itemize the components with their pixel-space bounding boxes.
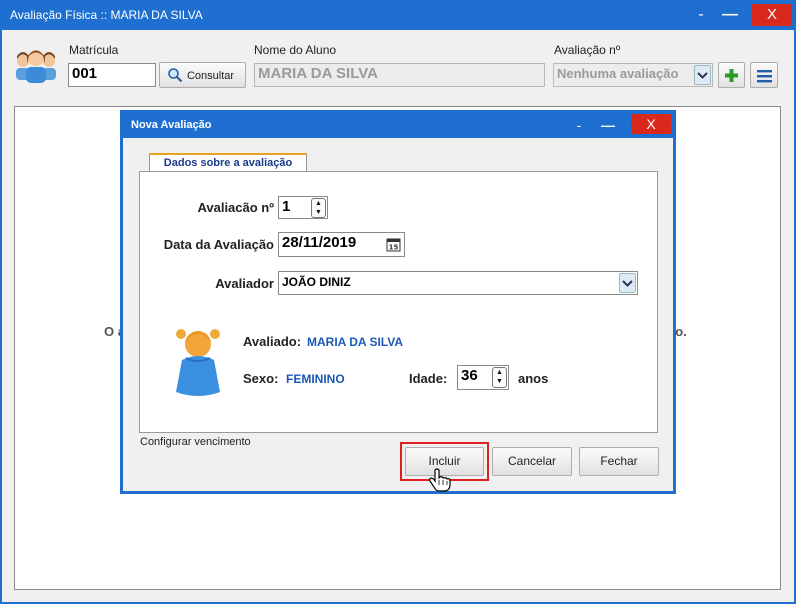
data-avaliacao-input[interactable]: 28/11/2019 15 (278, 232, 405, 257)
data-avaliacao-value: 28/11/2019 (282, 234, 357, 251)
add-avaliacao-button[interactable] (718, 62, 745, 88)
matricula-input[interactable]: 001 (68, 63, 156, 87)
sexo-value: FEMININO (286, 372, 345, 386)
avaliacao-no-spinner[interactable]: ▲ ▼ (311, 198, 326, 218)
nome-label: Nome do Aluno (254, 43, 337, 57)
avaliador-chevron-down-icon[interactable] (619, 273, 636, 293)
avaliado-value: MARIA DA SILVA (307, 335, 403, 349)
fechar-button[interactable]: Fechar (579, 447, 659, 476)
dialog-maximize-button[interactable]: — (594, 114, 622, 136)
maximize-button[interactable]: — (716, 4, 744, 26)
avaliacao-no-value: 1 (282, 198, 291, 215)
plus-icon (724, 68, 739, 86)
nova-avaliacao-dialog: Nova Avaliação - — X Dados sobre a avali… (120, 110, 676, 494)
idade-value: 36 (461, 367, 478, 384)
dialog-close-button[interactable]: X (631, 114, 671, 134)
window-title: Avaliação Física :: MARIA DA SILVA (10, 8, 203, 22)
data-avaliacao-label: Data da Avaliação (163, 237, 274, 252)
window-titlebar[interactable]: Avaliação Física :: MARIA DA SILVA - — X (0, 0, 796, 30)
avaliador-label: Avaliador (215, 276, 274, 291)
spin-up-icon[interactable]: ▲ (312, 199, 325, 208)
dialog-title: Nova Avaliação (131, 119, 212, 131)
avaliacao-no-label: Avaliacão nº (197, 200, 274, 215)
matricula-label: Matrícula (69, 43, 119, 57)
avaliacao-select[interactable]: Nenhuma avaliação (553, 63, 713, 87)
idade-spinner[interactable]: ▲ ▼ (492, 367, 507, 388)
tab-body: Avaliacão nº 1 ▲ ▼ Data da Avaliação 28/1… (139, 171, 658, 433)
sexo-label: Sexo: (243, 371, 279, 386)
anos-label: anos (518, 371, 549, 386)
avaliador-select[interactable]: JOÃO DINIZ (278, 271, 638, 295)
idade-label: Idade: (409, 371, 448, 386)
close-button[interactable]: X (752, 4, 792, 26)
dialog-minimize-button[interactable]: - (568, 114, 590, 136)
idade-input[interactable]: 36 ▲ ▼ (457, 365, 509, 390)
tab-dados-avaliacao[interactable]: Dados sobre a avaliação (149, 153, 307, 173)
avaliacao-label: Avaliação nº (554, 43, 621, 57)
girl-avatar-icon (172, 322, 224, 398)
hamburger-icon (757, 69, 772, 86)
consultar-label: Consultar (186, 70, 235, 82)
avaliador-value: JOÃO DINIZ (282, 275, 351, 289)
minimize-button[interactable]: - (688, 4, 714, 26)
search-icon (167, 67, 183, 83)
dialog-client: Dados sobre a avaliação Avaliacão nº 1 ▲… (123, 138, 673, 492)
avaliado-label: Avaliado: (243, 334, 302, 349)
calendar-icon[interactable]: 15 (386, 237, 401, 252)
idade-spin-down-icon[interactable]: ▼ (493, 377, 506, 386)
avaliacao-select-value: Nenhuma avaliação (557, 66, 679, 81)
chevron-down-icon[interactable] (694, 65, 711, 85)
idade-spin-up-icon[interactable]: ▲ (493, 368, 506, 377)
users-icon (14, 44, 58, 86)
consultar-button[interactable]: Consultar (159, 62, 246, 88)
spin-down-icon[interactable]: ▼ (312, 208, 325, 217)
menu-button[interactable] (750, 62, 778, 88)
main-window: Avaliação Física :: MARIA DA SILVA - — X… (0, 0, 796, 604)
svg-text:15: 15 (389, 244, 399, 252)
hand-cursor-icon (429, 468, 451, 492)
nome-input[interactable]: MARIA DA SILVA (254, 63, 545, 87)
avaliacao-no-input[interactable]: 1 ▲ ▼ (278, 196, 328, 219)
cancelar-button[interactable]: Cancelar (492, 447, 572, 476)
configurar-vencimento-link[interactable]: Configurar vencimento (140, 436, 251, 448)
